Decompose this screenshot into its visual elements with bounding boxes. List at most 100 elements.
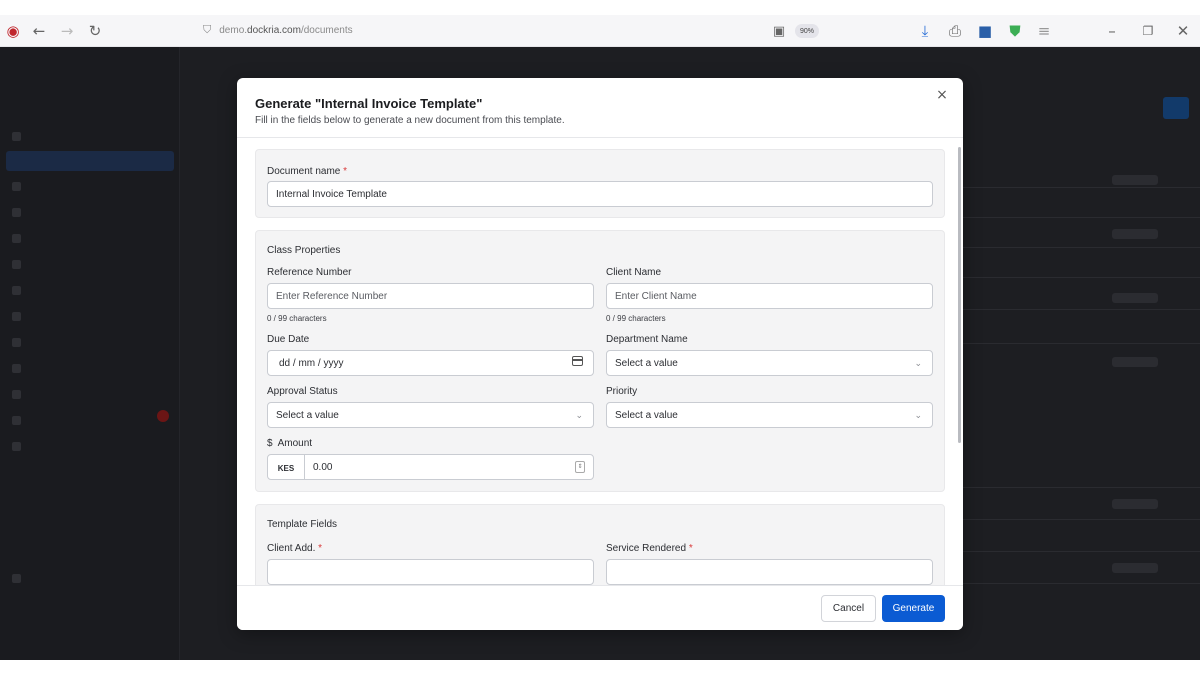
client-name-label: Client Name xyxy=(606,267,662,278)
reference-number-input[interactable]: Enter Reference Number xyxy=(267,283,594,309)
priority-label: Priority xyxy=(606,386,638,397)
due-date-label: Due Date xyxy=(267,334,310,345)
backdrop-row-divider xyxy=(963,583,1200,584)
approval-status-label: Approval Status xyxy=(267,386,338,397)
forward-icon[interactable]: → xyxy=(59,22,75,40)
client-add-label: Client Add. * xyxy=(267,543,323,554)
backdrop-badge xyxy=(1112,229,1158,239)
backdrop-action-button xyxy=(1163,97,1189,119)
amount-label: $ Amount xyxy=(267,438,313,449)
amount-input[interactable]: 0.00 xyxy=(304,455,594,479)
screen: ◉ ← → ↻ ⛉ demo.dockria.com/documents ▣ 9… xyxy=(0,0,1200,675)
amount-field: KES 0.00 ⇕ xyxy=(267,454,594,480)
backdrop-row-divider xyxy=(963,551,1200,552)
dialog-header: Generate "Internal Invoice Template" Fil… xyxy=(237,78,963,138)
department-name-value: Select a value xyxy=(615,357,678,369)
backdrop-badge xyxy=(1112,499,1158,509)
backdrop-row-divider xyxy=(963,519,1200,520)
sidebar-item xyxy=(12,129,21,143)
cancel-button[interactable]: Cancel xyxy=(821,595,876,622)
class-properties-section: Class Properties Reference Number Enter … xyxy=(255,230,945,492)
reference-number-label: Reference Number xyxy=(267,267,352,278)
backdrop-row-divider xyxy=(963,343,1200,344)
template-fields-section: Template Fields Client Add. * Service Re… xyxy=(255,504,945,585)
reader-icon[interactable]: ▣ xyxy=(771,23,787,39)
client-name-input[interactable]: Enter Client Name xyxy=(606,283,933,309)
chevron-down-icon: ⌄ xyxy=(914,359,922,369)
dialog-footer: Cancel Generate xyxy=(237,585,963,630)
client-name-char-count: 0 / 99 characters xyxy=(606,314,666,323)
backdrop-row-divider xyxy=(963,309,1200,310)
generate-button[interactable]: Generate xyxy=(882,595,945,622)
sidebar-item xyxy=(12,361,21,375)
sidebar xyxy=(0,47,180,660)
document-name-section: Document name * Internal Invoice Templat… xyxy=(255,149,945,218)
browser-toolbar: ◉ ← → ↻ ⛉ demo.dockria.com/documents ▣ 9… xyxy=(0,15,1200,47)
dialog-body[interactable]: Document name * Internal Invoice Templat… xyxy=(237,139,963,585)
sidebar-item xyxy=(12,231,21,245)
url-text: demo.dockria.com/documents xyxy=(219,24,353,36)
restore-icon[interactable]: ❐ xyxy=(1140,23,1156,39)
vpn-icon[interactable]: ⛊ xyxy=(1007,22,1023,40)
service-rendered-input[interactable] xyxy=(606,559,933,585)
sidebar-item xyxy=(12,309,21,323)
template-fields-heading: Template Fields xyxy=(267,519,338,530)
document-name-input[interactable]: Internal Invoice Template xyxy=(267,181,933,207)
priority-select[interactable]: Select a value ⌄ xyxy=(606,402,933,428)
number-stepper-icon[interactable]: ⇕ xyxy=(575,461,585,473)
reference-number-char-count: 0 / 99 characters xyxy=(267,314,327,323)
service-rendered-label: Service Rendered * xyxy=(606,543,693,554)
backdrop-badge xyxy=(1112,563,1158,573)
calendar-icon[interactable] xyxy=(572,356,583,366)
currency-code: KES xyxy=(277,463,295,473)
due-date-input[interactable]: dd / mm / yyyy xyxy=(267,350,594,376)
priority-value: Select a value xyxy=(615,409,678,421)
department-name-select[interactable]: Select a value ⌄ xyxy=(606,350,933,376)
sidebar-item xyxy=(12,335,21,349)
department-name-label: Department Name xyxy=(606,334,688,345)
share-icon[interactable]: ⎙ xyxy=(947,22,963,40)
notification-dot xyxy=(157,410,169,422)
address-bar[interactable]: ⛉ demo.dockria.com/documents xyxy=(203,23,353,37)
close-icon[interactable]: × xyxy=(933,86,951,104)
backdrop-row-divider xyxy=(963,277,1200,278)
approval-status-value: Select a value xyxy=(276,409,339,421)
dollar-icon: $ xyxy=(267,438,273,449)
backdrop-badge xyxy=(1112,293,1158,303)
dialog-subtitle: Fill in the fields below to generate a n… xyxy=(255,115,565,126)
zoom-badge[interactable]: 90% xyxy=(795,24,819,38)
sidebar-item xyxy=(12,439,21,453)
document-name-label: Document name * xyxy=(267,166,348,177)
dialog-scrollbar[interactable] xyxy=(958,147,961,443)
sidebar-item xyxy=(12,283,21,297)
download-icon[interactable]: ⤓ xyxy=(917,22,933,40)
extension-icon[interactable]: ■ xyxy=(977,22,993,40)
back-icon[interactable]: ← xyxy=(31,22,47,40)
backdrop-row-divider xyxy=(963,487,1200,488)
client-add-input[interactable] xyxy=(267,559,594,585)
backdrop-row-divider xyxy=(963,187,1200,188)
menu-icon[interactable]: ≡ xyxy=(1036,22,1052,40)
chevron-down-icon: ⌄ xyxy=(575,411,583,421)
shield-icon: ⛉ xyxy=(203,23,212,36)
app-logo-icon[interactable]: ◉ xyxy=(5,22,21,40)
sidebar-item xyxy=(12,257,21,271)
due-date-placeholder: dd / mm / yyyy xyxy=(279,357,344,369)
backdrop-badge xyxy=(1112,357,1158,367)
approval-status-select[interactable]: Select a value ⌄ xyxy=(267,402,594,428)
dialog-title: Generate "Internal Invoice Template" xyxy=(255,96,483,111)
sidebar-item xyxy=(12,179,21,193)
sidebar-item xyxy=(12,413,21,427)
chevron-down-icon: ⌄ xyxy=(914,411,922,421)
sidebar-item xyxy=(12,571,21,585)
generate-document-dialog: Generate "Internal Invoice Template" Fil… xyxy=(237,78,963,630)
backdrop-row-divider xyxy=(963,247,1200,248)
sidebar-item xyxy=(12,387,21,401)
class-properties-heading: Class Properties xyxy=(267,245,341,256)
reload-icon[interactable]: ↻ xyxy=(87,22,103,40)
backdrop-row-divider xyxy=(963,217,1200,218)
backdrop-badge xyxy=(1112,175,1158,185)
sidebar-active-item xyxy=(6,151,174,171)
minimize-icon[interactable]: – xyxy=(1104,22,1120,40)
close-window-icon[interactable]: ✕ xyxy=(1175,22,1191,40)
